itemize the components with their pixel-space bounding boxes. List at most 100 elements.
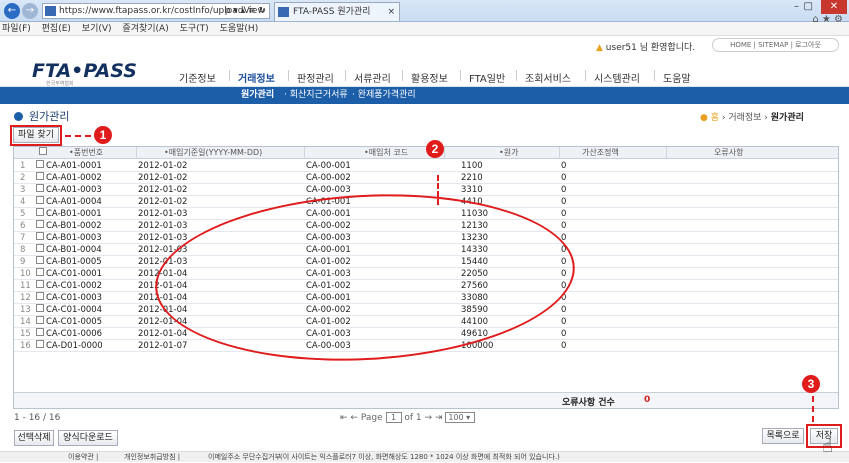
row-checkbox[interactable]: [36, 208, 44, 216]
annotation-leader-3: [812, 396, 814, 422]
col-header-purchase-date[interactable]: •매입기준일(YYYY-MM-DD): [164, 147, 262, 159]
adjustment-value: 0: [561, 221, 567, 231]
footer-privacy[interactable]: 개인정보취급방침 |: [124, 452, 180, 463]
table-row[interactable]: 2 CA-A01-0002 2012-01-02 CA-00-002 2210 0: [14, 172, 838, 184]
error-count-value: 0: [644, 395, 651, 405]
row-number: 14: [20, 317, 31, 327]
menu-favorites[interactable]: 즐겨찾기(A): [122, 24, 168, 34]
adjustment-value: 0: [561, 317, 567, 327]
row-number: 10: [20, 269, 31, 279]
row-checkbox[interactable]: [36, 292, 44, 300]
site-logo[interactable]: FTA•PASS: [32, 60, 137, 82]
page-number-input[interactable]: 1: [385, 412, 402, 423]
select-all-checkbox[interactable]: [39, 147, 47, 155]
product-code: CA-C01-0004: [46, 305, 103, 315]
product-code: CA-C01-0003: [46, 293, 103, 303]
row-checkbox[interactable]: [36, 316, 44, 324]
row-number: 5: [20, 209, 26, 219]
purchase-date: 2012-01-03: [138, 233, 188, 243]
top-links[interactable]: HOME | SITEMAP | 로그아웃: [712, 38, 839, 52]
table-row[interactable]: 1 CA-A01-0001 2012-01-02 CA-00-001 1100 0: [14, 160, 838, 172]
maximize-icon[interactable]: □: [804, 1, 813, 12]
nav-basic-info[interactable]: 기준정보: [179, 70, 216, 85]
row-number: 3: [20, 185, 26, 195]
adjustment-value: 0: [561, 161, 567, 171]
minimize-icon[interactable]: –: [794, 1, 799, 12]
pager-next-icon[interactable]: → ⇥: [425, 413, 443, 423]
nav-help[interactable]: 도움말: [663, 70, 691, 85]
address-bar[interactable]: https://www.ftapass.or.kr/costInfo/uploa…: [42, 3, 270, 19]
col-header-vendor-code[interactable]: •매입처 코드: [364, 147, 408, 159]
cost-value: 2210: [461, 173, 483, 183]
browser-titlebar: ← → https://www.ftapass.or.kr/costInfo/u…: [0, 0, 849, 25]
row-checkbox[interactable]: [36, 328, 44, 336]
row-checkbox[interactable]: [36, 232, 44, 240]
menu-edit[interactable]: 편집(E): [42, 24, 71, 34]
row-checkbox[interactable]: [36, 244, 44, 252]
row-checkbox[interactable]: [36, 160, 44, 168]
row-number: 1: [20, 161, 26, 171]
row-checkbox[interactable]: [36, 280, 44, 288]
subnav-product-price[interactable]: · 완제품가격관리: [352, 87, 416, 104]
product-code: CA-A01-0002: [46, 173, 102, 183]
nav-trade-info[interactable]: 거래정보: [238, 70, 275, 85]
row-checkbox[interactable]: [36, 220, 44, 228]
back-arrow-icon[interactable]: ←: [4, 3, 20, 19]
row-checkbox[interactable]: [36, 304, 44, 312]
grid-footer: 오류사항 건수 0: [14, 392, 838, 408]
row-number: 16: [20, 341, 31, 351]
subnav-cost-mgmt[interactable]: 원가관리: [241, 87, 274, 104]
vendor-code: CA-00-003: [306, 185, 351, 195]
menu-file[interactable]: 파일(F): [2, 24, 31, 34]
page-size-select[interactable]: 100 ▾: [445, 412, 476, 423]
adjustment-value: 0: [561, 329, 567, 339]
menu-help[interactable]: 도움말(H): [220, 24, 259, 34]
nav-judgement[interactable]: 판정관리: [297, 70, 334, 85]
tab-close-icon[interactable]: ×: [387, 3, 395, 21]
col-header-errors[interactable]: 오류사항: [714, 147, 743, 159]
breadcrumb-current: 원가관리: [770, 113, 804, 123]
product-code: CA-C01-0001: [46, 269, 103, 279]
row-checkbox[interactable]: [36, 184, 44, 192]
nav-inquiry[interactable]: 조회서비스: [525, 70, 571, 85]
product-code: CA-C01-0005: [46, 317, 103, 327]
menu-tools[interactable]: 도구(T): [180, 24, 209, 34]
table-row[interactable]: 3 CA-A01-0003 2012-01-02 CA-00-003 3310 0: [14, 184, 838, 196]
col-header-cost[interactable]: •원가: [499, 147, 518, 159]
delete-selected-button[interactable]: 선택삭제: [14, 430, 54, 446]
back-to-list-button[interactable]: 목록으로: [762, 428, 804, 444]
col-header-adjustment[interactable]: 가산조정액: [582, 147, 619, 159]
footer-email[interactable]: 이메일주소 무단수집거부: [208, 452, 281, 463]
vendor-code: CA-00-002: [306, 173, 351, 183]
nav-documents[interactable]: 서류관리: [354, 70, 391, 85]
pager-prev-icon[interactable]: ⇤ ←: [340, 413, 358, 423]
row-checkbox[interactable]: [36, 340, 44, 348]
user-marker-icon: ▲: [596, 43, 603, 53]
address-bar-icons[interactable]: ρ ▾ ▴ ≡ ↻: [225, 4, 266, 18]
browser-tab[interactable]: FTA-PASS 원가관리 ×: [274, 2, 400, 21]
col-header-product-code[interactable]: •품번번호: [69, 147, 103, 159]
nav-fta-general[interactable]: FTA일반: [469, 70, 505, 85]
site-footer: 이용약관 | 개인정보취급방침 | 이메일주소 무단수집거부 (이 사이트는 익…: [0, 451, 849, 462]
nav-usage-info[interactable]: 활용정보: [411, 70, 448, 85]
download-template-button[interactable]: 양식다운로드: [58, 430, 118, 446]
subnav-accounting-docs[interactable]: · 회산지근거서류: [284, 87, 348, 104]
adjustment-value: 0: [561, 341, 567, 351]
product-code: CA-B01-0004: [46, 245, 102, 255]
row-checkbox[interactable]: [36, 268, 44, 276]
window-close-icon[interactable]: ✕: [821, 0, 847, 14]
annotation-leader-1: [65, 135, 91, 137]
footer-terms[interactable]: 이용약관 |: [68, 452, 98, 463]
product-code: CA-C01-0006: [46, 329, 103, 339]
adjustment-value: 0: [561, 305, 567, 315]
forward-arrow-icon[interactable]: →: [22, 3, 38, 19]
breadcrumb-home[interactable]: ● 홈: [700, 113, 719, 123]
pager-of: of 1: [404, 413, 422, 423]
row-checkbox[interactable]: [36, 172, 44, 180]
nav-system[interactable]: 시스템관리: [594, 70, 640, 85]
row-checkbox[interactable]: [36, 196, 44, 204]
row-number: 9: [20, 257, 26, 267]
row-checkbox[interactable]: [36, 256, 44, 264]
menu-view[interactable]: 보기(V): [82, 24, 112, 34]
purchase-date: 2012-01-04: [138, 329, 188, 339]
